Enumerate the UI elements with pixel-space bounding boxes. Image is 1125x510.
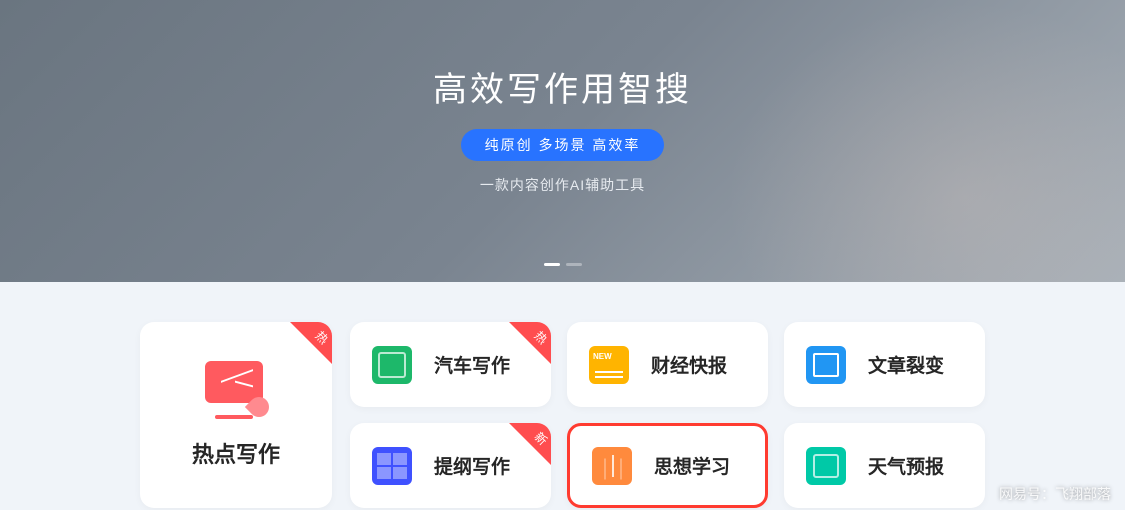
card-grid-container: 热 热点写作 热 汽车写作 财经快报 文章裂变 新 提纲写作 <box>0 282 1125 508</box>
watermark: 网易号：飞翔部落 <box>999 484 1111 504</box>
card-label: 文章裂变 <box>868 351 944 378</box>
weather-icon <box>806 447 846 485</box>
carousel-dot[interactable] <box>544 263 560 266</box>
featured-card-hot-writing[interactable]: 热 热点写作 <box>140 322 332 508</box>
new-badge: 新 <box>509 423 551 465</box>
hot-badge: 热 <box>290 322 332 364</box>
card-label: 思想学习 <box>654 452 730 479</box>
hero-banner: 高效写作用智搜 纯原创 多场景 高效率 一款内容创作AI辅助工具 <box>0 0 1125 282</box>
card-label: 天气预报 <box>868 452 944 479</box>
card-label: 财经快报 <box>651 351 727 378</box>
article-icon <box>806 346 846 384</box>
hero-title: 高效写作用智搜 <box>433 62 692 111</box>
card-label: 汽车写作 <box>434 351 510 378</box>
card-grid: 热 汽车写作 财经快报 文章裂变 新 提纲写作 思想学习 天气预报 <box>350 322 985 508</box>
card-weather-forecast[interactable]: 天气预报 <box>784 423 985 508</box>
card-car-writing[interactable]: 热 汽车写作 <box>350 322 551 407</box>
card-thought-learning[interactable]: 思想学习 <box>567 423 768 508</box>
finance-icon <box>589 346 629 384</box>
carousel-dot[interactable] <box>566 263 582 266</box>
card-outline-writing[interactable]: 新 提纲写作 <box>350 423 551 508</box>
trending-icon <box>205 361 267 413</box>
car-icon <box>372 346 412 384</box>
book-icon <box>592 447 632 485</box>
outline-icon <box>372 447 412 485</box>
featured-card-label: 热点写作 <box>192 437 280 469</box>
hero-pill: 纯原创 多场景 高效率 <box>461 129 665 161</box>
carousel-dots[interactable] <box>544 263 582 266</box>
hot-badge: 热 <box>509 322 551 364</box>
card-article-split[interactable]: 文章裂变 <box>784 322 985 407</box>
card-label: 提纲写作 <box>434 452 510 479</box>
hero-subtitle: 一款内容创作AI辅助工具 <box>480 175 645 195</box>
card-finance-news[interactable]: 财经快报 <box>567 322 768 407</box>
